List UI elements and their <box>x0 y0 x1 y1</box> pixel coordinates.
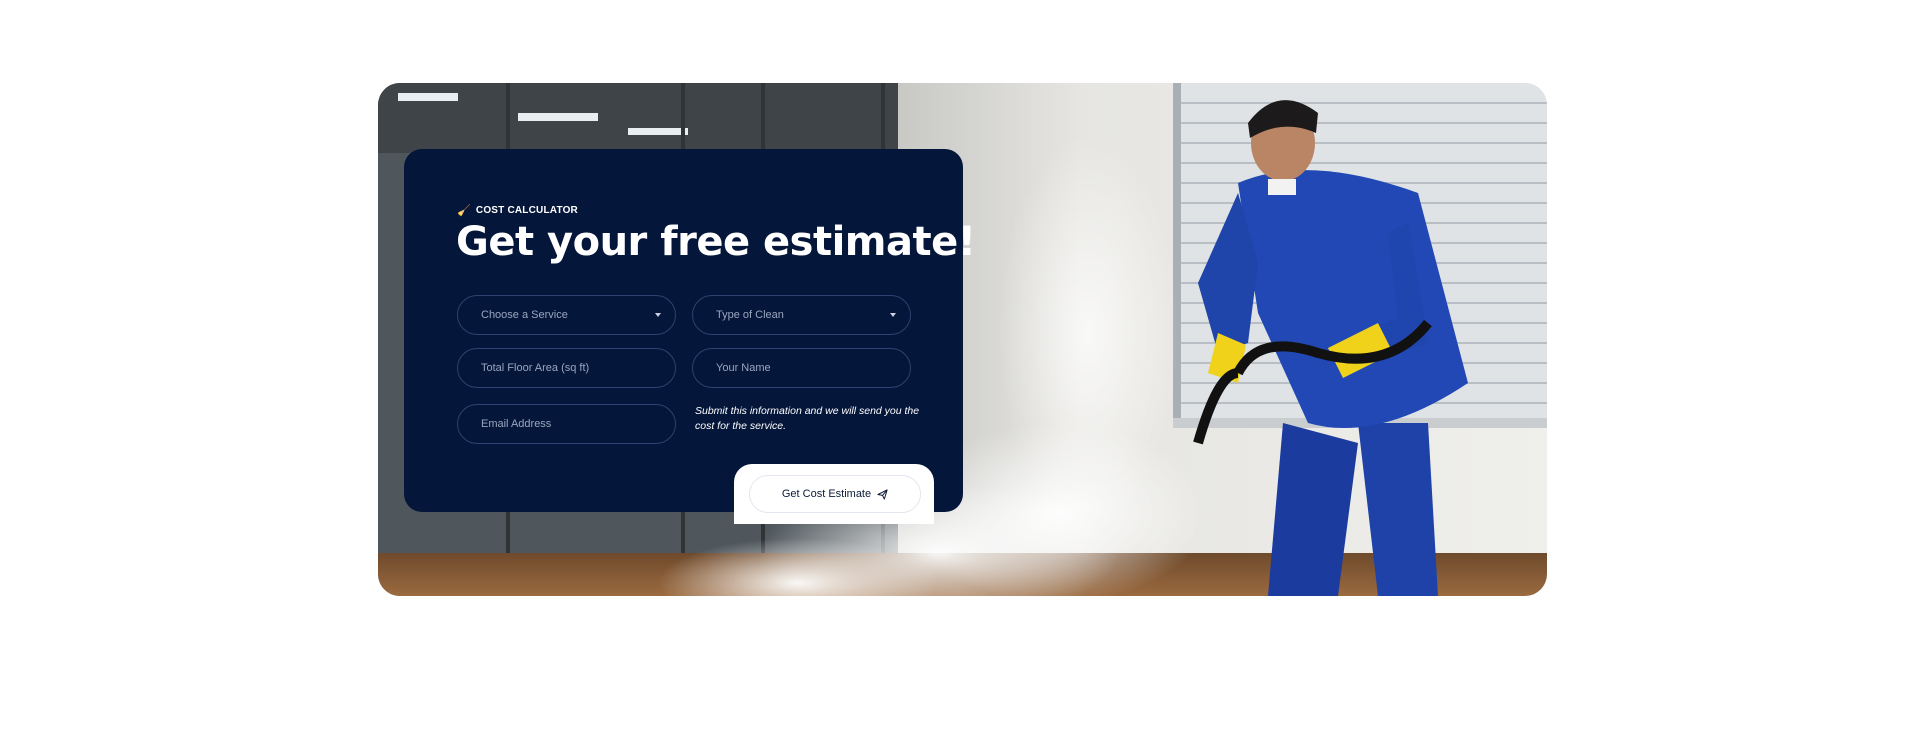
service-select-placeholder: Choose a Service <box>481 309 568 321</box>
floor-area-placeholder: Total Floor Area (sq ft) <box>481 362 590 374</box>
paper-plane-icon <box>877 488 888 500</box>
estimate-form-card: 🧹 COST CALCULATOR Get your free estimate… <box>404 149 976 524</box>
chevron-down-icon <box>655 313 661 317</box>
form-note: Submit this information and we will send… <box>695 405 920 432</box>
clean-type-select-placeholder: Type of Clean <box>716 309 784 321</box>
chevron-down-icon <box>890 313 896 317</box>
form-title: Get your free estimate! <box>456 219 976 265</box>
service-select[interactable]: Choose a Service <box>457 295 676 335</box>
floor-area-input[interactable]: Total Floor Area (sq ft) <box>457 348 676 388</box>
broom-icon: 🧹 <box>457 205 471 217</box>
eyebrow-text: COST CALCULATOR <box>475 205 578 216</box>
email-input[interactable]: Email Address <box>457 404 676 444</box>
get-cost-estimate-button[interactable]: Get Cost Estimate <box>749 475 921 513</box>
name-input[interactable]: Your Name <box>692 348 911 388</box>
name-placeholder: Your Name <box>716 362 771 374</box>
eyebrow-label: 🧹 COST CALCULATOR <box>457 204 578 217</box>
email-placeholder: Email Address <box>481 418 552 430</box>
clean-type-select[interactable]: Type of Clean <box>692 295 911 335</box>
hero-section: ="0" width="0" height="0" fill="none"/> … <box>378 83 1547 596</box>
submit-label: Get Cost Estimate <box>781 488 872 500</box>
